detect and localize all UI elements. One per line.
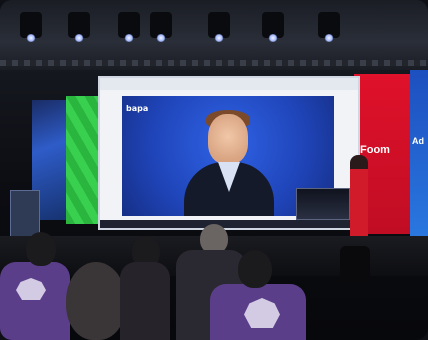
stage-light [150,12,172,42]
main-screen: bapa [98,76,360,230]
stage-light [20,12,42,42]
picture-in-picture [296,188,350,220]
event-photo: Foom Ad bapa [0,0,428,340]
audience-member [0,262,70,340]
lighting-truss [0,60,428,66]
speaker-face [208,114,248,164]
podium [10,190,40,238]
stage-light [262,12,284,42]
stage-light [118,12,140,42]
screen-logo: bapa [126,104,149,113]
presenter [350,155,368,245]
stage-light [208,12,230,42]
far-right-led-wall: Ad [410,70,428,240]
audience-head [238,250,272,288]
audience-head [66,262,126,340]
camera-equipment [340,246,370,282]
audience-member [120,262,170,340]
stage-light [318,12,340,42]
far-right-wall-text: Ad [412,136,424,146]
audience-head [26,232,56,266]
screen-taskbar [100,220,358,228]
stage-light [68,12,90,42]
screen-toolbar [100,78,358,90]
right-wall-text: Foom [360,144,390,156]
